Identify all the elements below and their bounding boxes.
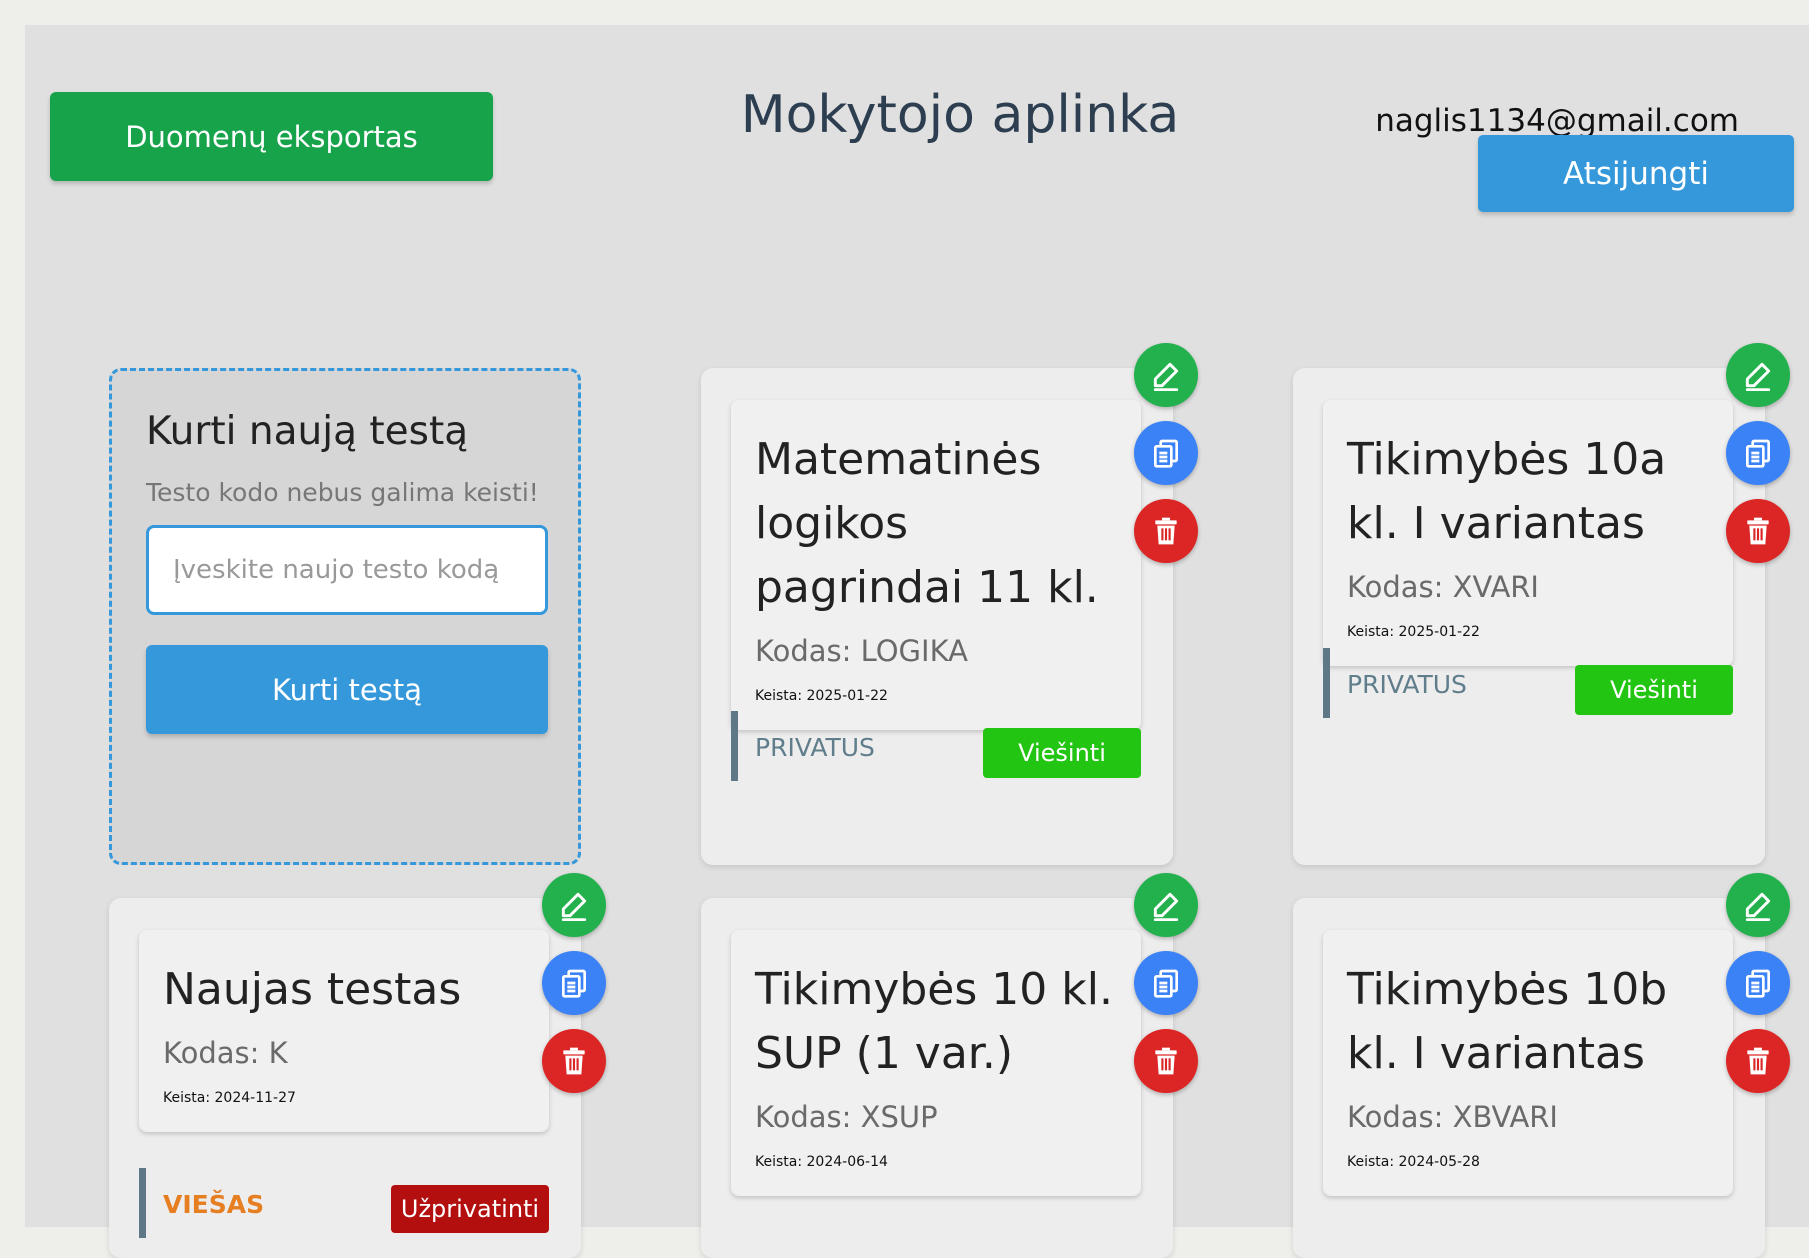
trash-icon: [1155, 1047, 1177, 1075]
test-card-details[interactable]: Tikimybės 10a kl. I variantas Kodas: XVA…: [1323, 400, 1733, 666]
test-status-row: VIEŠAS Užprivatinti: [139, 1168, 549, 1238]
test-card-details[interactable]: Tikimybės 10b kl. I variantas Kodas: XBV…: [1323, 930, 1733, 1196]
test-card: Matematinės logikos pagrindai 11 kl. Kod…: [701, 368, 1173, 865]
status-label: PRIVATUS: [755, 733, 875, 762]
trash-icon: [1747, 1047, 1769, 1075]
copy-icon: [1746, 439, 1770, 468]
edit-test-button[interactable]: [1134, 873, 1198, 937]
status-bar: [139, 1168, 146, 1238]
delete-test-button[interactable]: [1134, 499, 1198, 563]
delete-test-button[interactable]: [1134, 1029, 1198, 1093]
copy-icon: [1746, 969, 1770, 998]
test-code-input[interactable]: [146, 525, 548, 615]
test-status-row: PRIVATUS Viešinti: [731, 711, 1141, 781]
status-label: PRIVATUS: [1347, 670, 1467, 699]
test-title: Matematinės logikos pagrindai 11 kl.: [755, 434, 1099, 613]
test-card: Naujas testas Kodas: K Keista: 2024-11-2…: [109, 898, 581, 1258]
pencil-icon: [561, 892, 587, 921]
pencil-icon: [1153, 362, 1179, 391]
test-title: Tikimybės 10 kl. SUP (1 var.): [755, 964, 1113, 1079]
test-code: Kodas: XBVARI: [1347, 1100, 1558, 1134]
unpublish-button[interactable]: Užprivatinti: [391, 1185, 549, 1233]
edit-test-button[interactable]: [1134, 343, 1198, 407]
pencil-icon: [1745, 892, 1771, 921]
test-title: Tikimybės 10a kl. I variantas: [1347, 434, 1667, 549]
page-title: Mokytojo aplinka: [740, 85, 1180, 145]
user-email: naglis1134@gmail.com: [1375, 103, 1739, 139]
data-export-button[interactable]: Duomenų eksportas: [50, 92, 493, 181]
trash-icon: [563, 1047, 585, 1075]
trash-icon: [1155, 517, 1177, 545]
test-card: Tikimybės 10b kl. I variantas Kodas: XBV…: [1293, 898, 1765, 1258]
test-title: Tikimybės 10b kl. I variantas: [1347, 964, 1668, 1079]
test-title: Naujas testas: [163, 964, 462, 1015]
status-bar: [1323, 648, 1330, 718]
trash-icon: [1747, 517, 1769, 545]
create-test-button[interactable]: Kurti testą: [146, 645, 548, 734]
copy-icon: [1154, 969, 1178, 998]
test-modified-date: Keista: 2024-11-27: [163, 1090, 296, 1106]
pencil-icon: [1153, 892, 1179, 921]
copy-test-button[interactable]: [1134, 421, 1198, 485]
delete-test-button[interactable]: [1726, 499, 1790, 563]
test-modified-date: Keista: 2024-05-28: [1347, 1154, 1480, 1170]
edit-test-button[interactable]: [1726, 873, 1790, 937]
test-code: Kodas: XSUP: [755, 1100, 938, 1134]
copy-icon: [562, 969, 586, 998]
edit-test-button[interactable]: [1726, 343, 1790, 407]
test-card: Tikimybės 10 kl. SUP (1 var.) Kodas: XSU…: [701, 898, 1173, 1258]
create-test-card: Kurti naują testą Testo kodo nebus galim…: [109, 368, 581, 865]
test-modified-date: Keista: 2024-06-14: [755, 1154, 888, 1170]
pencil-icon: [1745, 362, 1771, 391]
test-code: Kodas: K: [163, 1036, 288, 1070]
test-modified-date: Keista: 2025-01-22: [1347, 624, 1480, 640]
copy-test-button[interactable]: [1134, 951, 1198, 1015]
test-card: Tikimybės 10a kl. I variantas Kodas: XVA…: [1293, 368, 1765, 865]
window-top-strip: [0, 0, 1809, 25]
teacher-dashboard: Duomenų eksportas Mokytojo aplinka nagli…: [25, 25, 1809, 1258]
test-card-details[interactable]: Tikimybės 10 kl. SUP (1 var.) Kodas: XSU…: [731, 930, 1141, 1196]
publish-button[interactable]: Viešinti: [1575, 665, 1733, 715]
test-card-details[interactable]: Matematinės logikos pagrindai 11 kl. Kod…: [731, 400, 1141, 730]
test-status-row: PRIVATUS Viešinti: [1323, 648, 1733, 718]
test-card-details[interactable]: Naujas testas Kodas: K Keista: 2024-11-2…: [139, 930, 549, 1132]
copy-icon: [1154, 439, 1178, 468]
delete-test-button[interactable]: [542, 1029, 606, 1093]
create-test-title: Kurti naują testą: [146, 409, 469, 454]
status-label: VIEŠAS: [163, 1190, 265, 1219]
status-bar: [731, 711, 738, 781]
create-test-hint: Testo kodo nebus galima keisti!: [146, 478, 539, 507]
test-code: Kodas: XVARI: [1347, 570, 1539, 604]
test-code: Kodas: LOGIKA: [755, 634, 968, 668]
logout-button[interactable]: Atsijungti: [1478, 135, 1794, 212]
test-modified-date: Keista: 2025-01-22: [755, 688, 888, 704]
copy-test-button[interactable]: [542, 951, 606, 1015]
copy-test-button[interactable]: [1726, 951, 1790, 1015]
copy-test-button[interactable]: [1726, 421, 1790, 485]
publish-button[interactable]: Viešinti: [983, 728, 1141, 778]
edit-test-button[interactable]: [542, 873, 606, 937]
delete-test-button[interactable]: [1726, 1029, 1790, 1093]
